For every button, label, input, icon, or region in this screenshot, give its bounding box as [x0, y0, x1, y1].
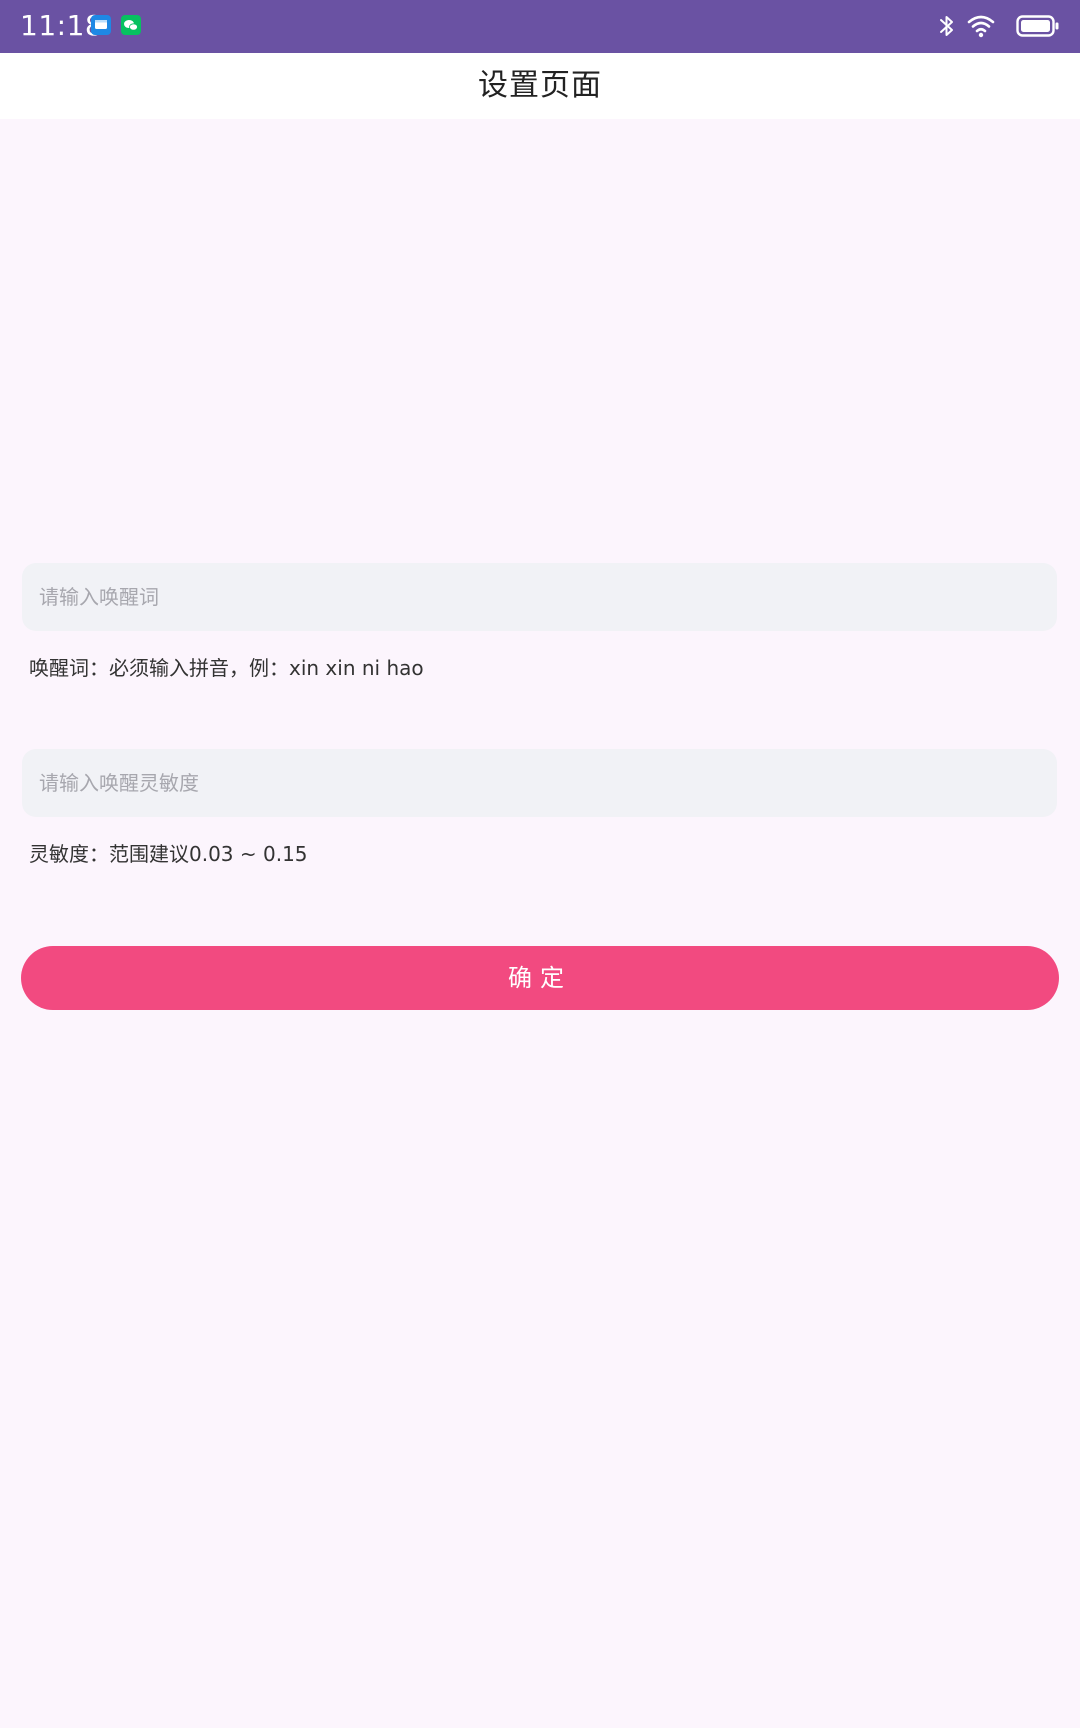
confirm-button[interactable]: 确定 [21, 946, 1059, 1010]
sensitivity-hint: 灵敏度：范围建议0.03 ~ 0.15 [29, 842, 308, 866]
bluetooth-icon [938, 12, 956, 44]
wake-word-hint: 唤醒词：必须输入拼音，例：xin xin ni hao [29, 656, 424, 680]
battery-icon [1016, 12, 1060, 44]
message-app-icon [91, 15, 111, 35]
wechat-icon [121, 15, 141, 35]
wake-word-input[interactable] [22, 563, 1057, 631]
wifi-icon [966, 12, 996, 44]
title-bar: 设置页面 [0, 53, 1080, 119]
page-title: 设置页面 [478, 68, 602, 103]
status-bar: 11:18 [0, 0, 1080, 53]
sensitivity-input[interactable] [22, 749, 1057, 817]
